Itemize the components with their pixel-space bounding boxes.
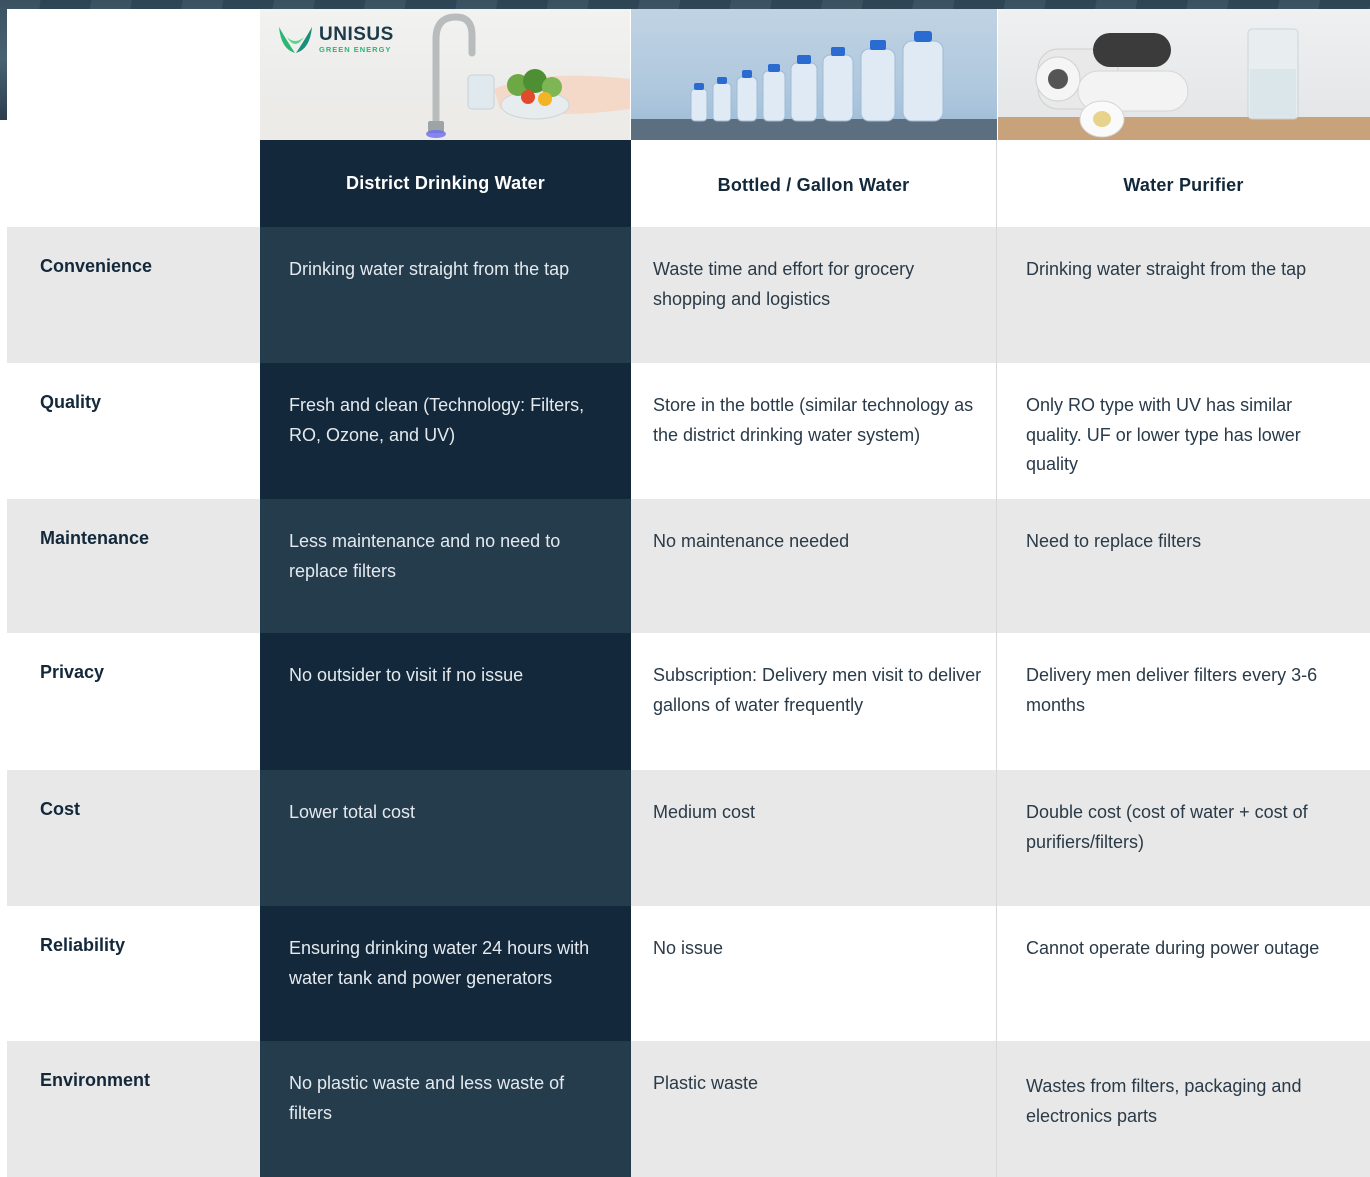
district-water-cell: Lower total cost	[260, 770, 631, 906]
unisus-logo: UNISUS GREEN ENERGY	[277, 23, 394, 55]
district-water-cell: No outsider to visit if no issue	[260, 633, 631, 770]
bottled-water-cell: No maintenance needed	[631, 499, 997, 633]
row-label: Reliability	[7, 906, 260, 1041]
column-header-row: District Drinking Water Bottled / Gallon…	[7, 140, 1370, 227]
table-row: Environment No plastic waste and less wa…	[7, 1041, 1370, 1177]
header-bottled-water: Bottled / Gallon Water	[631, 140, 997, 227]
water-purifier-cell: Double cost (cost of water + cost of pur…	[997, 770, 1370, 906]
water-purifier-cell: Only RO type with UV has similar quality…	[997, 363, 1370, 499]
bottled-water-cell: Plastic waste	[631, 1041, 997, 1177]
row-label: Maintenance	[7, 499, 260, 633]
column-title: Bottled / Gallon Water	[717, 175, 910, 195]
comparison-table: UNISUS GREEN ENERGY District Drinking Wa…	[7, 9, 1370, 1177]
water-purifier-cell: Cannot operate during power outage	[997, 906, 1370, 1041]
logo-tagline: GREEN ENERGY	[319, 44, 392, 54]
district-water-cell: Less maintenance and no need to replace …	[260, 499, 631, 633]
bottled-water-image	[631, 9, 997, 140]
district-water-cell: Drinking water straight from the tap	[260, 227, 631, 363]
tap-water-image: UNISUS GREEN ENERGY	[260, 9, 630, 140]
header-water-purifier: Water Purifier	[997, 140, 1370, 227]
row-label: Cost	[7, 770, 260, 906]
table-row: Maintenance Less maintenance and no need…	[7, 499, 1370, 633]
comparison-grid: District Drinking Water Bottled / Gallon…	[7, 140, 1370, 1177]
leaf-logo-icon	[279, 27, 312, 53]
water-purifier-cell: Drinking water straight from the tap	[997, 227, 1370, 363]
district-water-cell: Fresh and clean (Technology: Filters, RO…	[260, 363, 631, 499]
bottled-water-cell: Waste time and effort for grocery shoppi…	[631, 227, 997, 363]
row-label: Quality	[7, 363, 260, 499]
header-empty-cell	[7, 140, 260, 227]
water-purifier-cell: Delivery men deliver filters every 3-6 m…	[997, 633, 1370, 770]
table-row: Privacy No outsider to visit if no issue…	[7, 633, 1370, 770]
row-label: Environment	[7, 1041, 260, 1177]
logo-name: UNISUS	[319, 23, 394, 45]
column-title: District Drinking Water	[346, 173, 545, 193]
district-water-cell: Ensuring drinking water 24 hours with wa…	[260, 906, 631, 1041]
water-purifier-image	[998, 9, 1370, 140]
water-purifier-cell: Wastes from filters, packaging and elect…	[997, 1041, 1370, 1177]
district-water-cell: No plastic waste and less waste of filte…	[260, 1041, 631, 1177]
bottled-water-cell: No issue	[631, 906, 997, 1041]
row-label: Privacy	[7, 633, 260, 770]
header-district-water: District Drinking Water	[260, 140, 631, 227]
bottled-water-cell: Subscription: Delivery men visit to deli…	[631, 633, 997, 770]
bottled-water-cell: Store in the bottle (similar technology …	[631, 363, 997, 499]
bottled-water-cell: Medium cost	[631, 770, 997, 906]
table-row: Cost Lower total cost Medium cost Double…	[7, 770, 1370, 906]
row-label: Convenience	[7, 227, 260, 363]
water-purifier-cell: Need to replace filters	[997, 499, 1370, 633]
table-row: Convenience Drinking water straight from…	[7, 227, 1370, 363]
column-title: Water Purifier	[1123, 175, 1244, 195]
table-row: Quality Fresh and clean (Technology: Fil…	[7, 363, 1370, 499]
table-row: Reliability Ensuring drinking water 24 h…	[7, 906, 1370, 1041]
